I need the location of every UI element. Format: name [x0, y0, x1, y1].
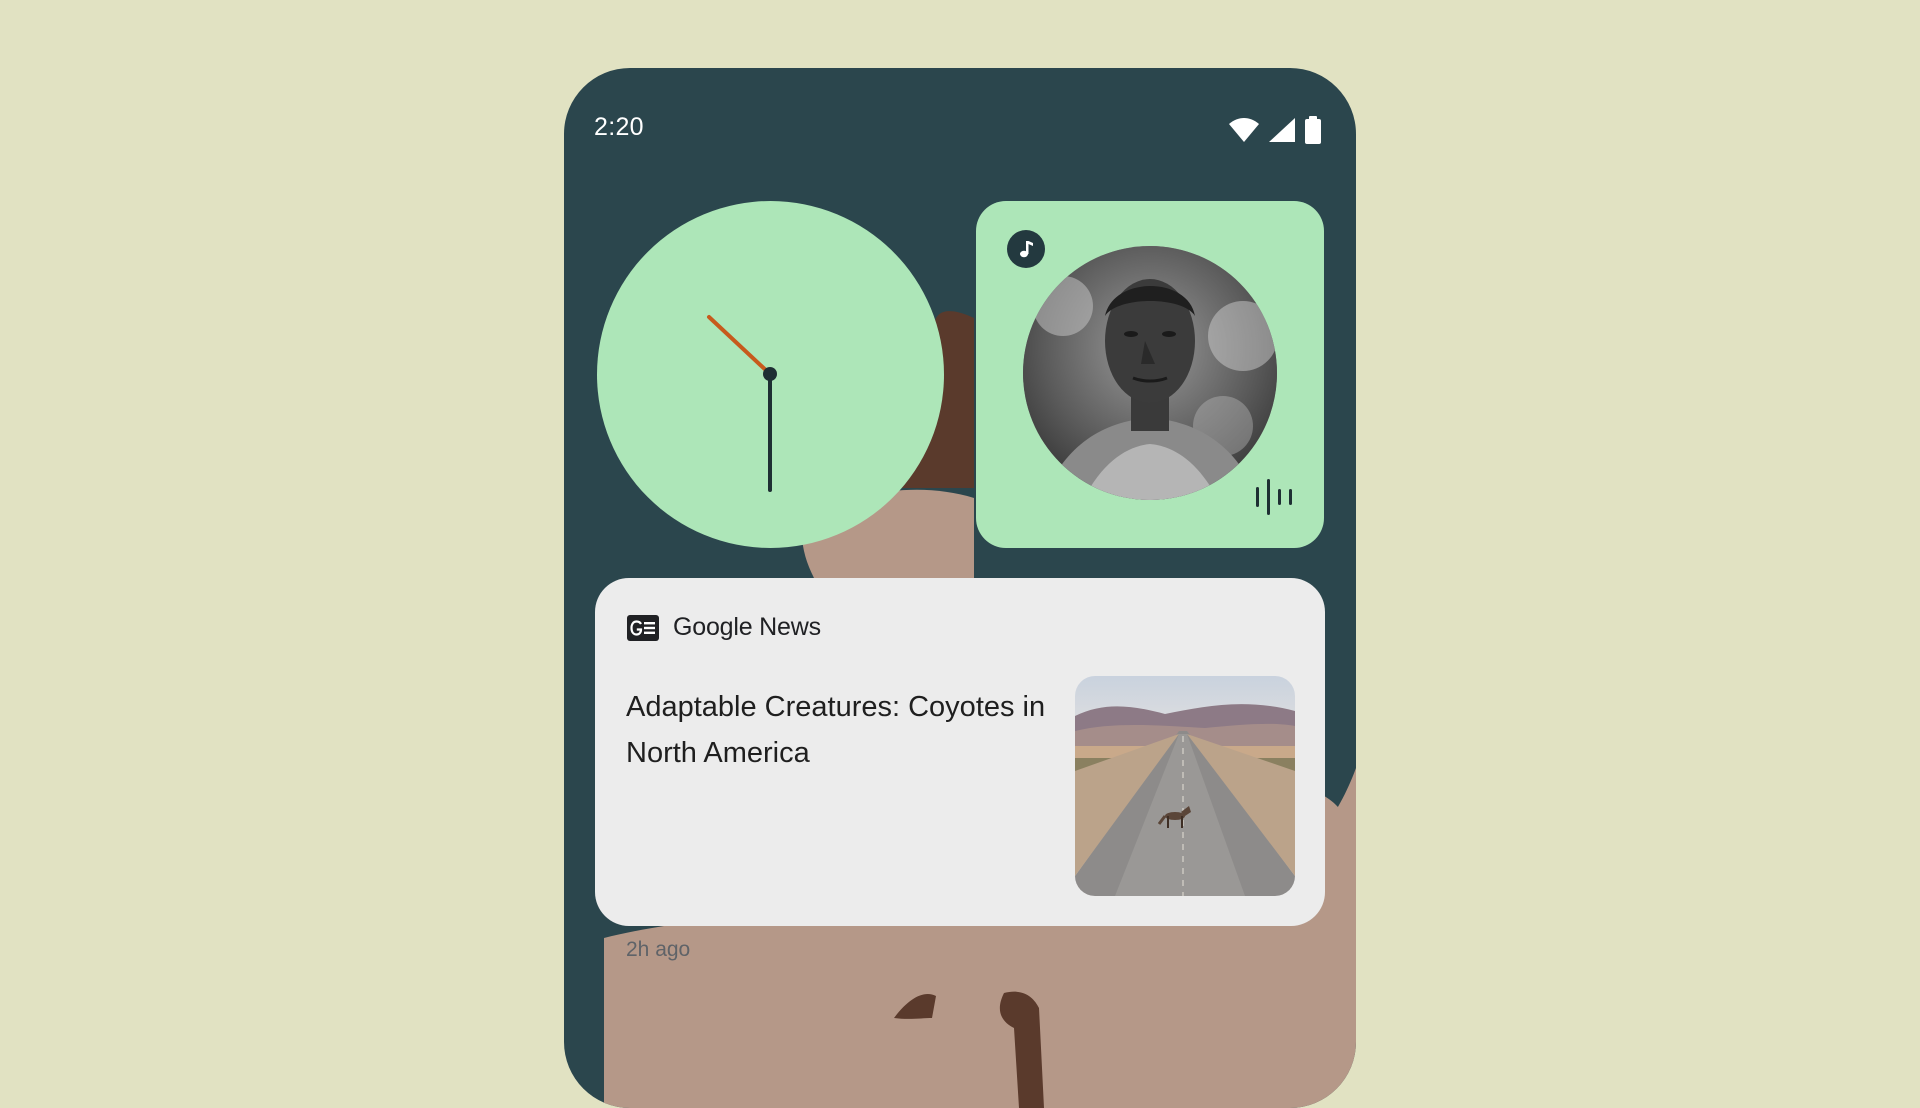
news-headline[interactable]: Adaptable Creatures: Coyotes in North Am…: [626, 684, 1046, 776]
google-news-logo-icon: [627, 614, 659, 641]
analog-clock-widget[interactable]: [597, 201, 944, 548]
wifi-icon: [1229, 118, 1259, 142]
status-time: 2:20: [594, 113, 644, 141]
news-timestamp: 2h ago: [626, 938, 691, 961]
equalizer-icon[interactable]: [1254, 477, 1296, 517]
clock-center-pin: [763, 367, 777, 381]
news-thumbnail[interactable]: [1075, 676, 1295, 896]
battery-icon: [1305, 116, 1321, 144]
news-card-header: Google News: [627, 613, 821, 642]
status-bar: 2:20: [564, 68, 1356, 188]
news-notification-card[interactable]: Google News Adaptable Creatures: Coyotes…: [595, 578, 1325, 961]
music-note-icon: [1007, 230, 1045, 268]
phone-screen: 2:20 Google News Adaptable Creatures: Co…: [564, 68, 1356, 1108]
cellular-signal-icon: [1269, 118, 1295, 142]
news-source-label: Google News: [673, 613, 821, 641]
clock-hour-hand: [707, 315, 772, 376]
clock-face: [707, 315, 777, 492]
music-widget[interactable]: [976, 201, 1324, 548]
album-art: [1023, 246, 1277, 500]
